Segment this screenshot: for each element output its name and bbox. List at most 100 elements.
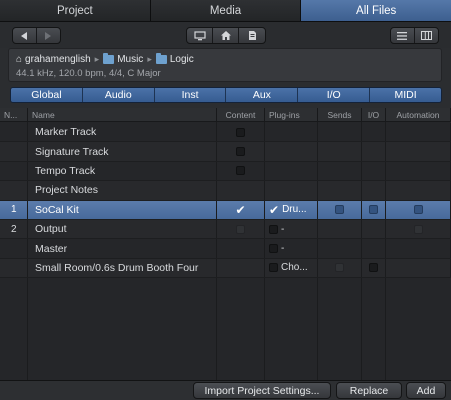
automation-cell xyxy=(386,181,451,200)
view-mode-buttons xyxy=(390,27,439,44)
plugins-checkbox[interactable] xyxy=(269,224,278,234)
plugins-checkbox[interactable] xyxy=(269,263,278,273)
filter-aux[interactable]: Aux xyxy=(226,88,299,102)
filter-audio[interactable]: Audio xyxy=(82,88,155,102)
list-view-button[interactable] xyxy=(391,28,415,43)
table-body: Marker Track Signature Track Tempo Track xyxy=(0,123,451,279)
plugin-name: - xyxy=(281,243,285,255)
io-cell xyxy=(362,219,386,239)
sends-cell xyxy=(318,239,362,258)
io-cell xyxy=(362,200,386,219)
tab-project[interactable]: Project xyxy=(0,0,151,21)
row-number xyxy=(0,239,28,258)
sends-checkbox[interactable] xyxy=(335,205,344,215)
forward-button[interactable] xyxy=(37,28,60,43)
header-automation[interactable]: Automation xyxy=(386,108,451,122)
action-bar: Import Project Settings... Replace Add xyxy=(0,380,451,400)
breadcrumb-item-music[interactable]: Music xyxy=(103,52,144,65)
io-cell xyxy=(362,258,386,278)
tab-media[interactable]: Media xyxy=(150,0,302,21)
project-info: 44.1 kHz, 120.0 bpm, 4/4, C Major xyxy=(16,68,161,79)
content-cell xyxy=(217,239,265,258)
row-number xyxy=(0,181,28,200)
folder-icon xyxy=(155,52,167,64)
row-number xyxy=(0,161,28,181)
io-checkbox[interactable] xyxy=(369,263,378,273)
table-row[interactable]: Signature Track xyxy=(0,142,451,162)
plugin-name: Dru... xyxy=(282,204,307,216)
row-name: Signature Track xyxy=(28,142,217,161)
table-row[interactable]: Master - xyxy=(0,239,451,259)
header-name[interactable]: Name xyxy=(28,108,217,122)
io-cell xyxy=(362,161,386,181)
table-row[interactable]: Tempo Track xyxy=(0,161,451,182)
breadcrumb-item-logic[interactable]: Logic xyxy=(155,52,194,65)
plugins-cell: - xyxy=(265,219,318,239)
content-cell xyxy=(217,123,265,142)
content-cell: ✔ xyxy=(217,200,265,219)
plugins-cell: ✔ Dru... xyxy=(265,200,318,219)
content-checkbox[interactable] xyxy=(236,127,245,137)
home-icon: ⌂ xyxy=(16,53,23,65)
row-name: Small Room/0.6s Drum Booth Four xyxy=(28,258,217,278)
content-cell xyxy=(217,181,265,200)
import-track-table: N... Name Content Plug-ins Sends I/O Aut… xyxy=(0,108,451,380)
content-checkbox[interactable] xyxy=(236,147,245,157)
project-button[interactable] xyxy=(239,28,265,43)
plugins-cell xyxy=(265,161,318,181)
sends-cell xyxy=(318,123,362,142)
filter-midi[interactable]: MIDI xyxy=(370,88,441,102)
back-button[interactable] xyxy=(13,28,37,43)
header-content[interactable]: Content xyxy=(217,108,265,122)
checkmark-icon[interactable]: ✔ xyxy=(235,204,245,216)
plugins-checkbox[interactable] xyxy=(269,244,278,254)
breadcrumb-separator-icon: ▸ xyxy=(94,53,100,64)
table-row[interactable]: 2 Output - xyxy=(0,219,451,240)
document-icon xyxy=(248,31,256,40)
computer-icon xyxy=(193,30,206,40)
automation-cell xyxy=(386,161,451,181)
plugins-cell xyxy=(265,181,318,200)
top-tab-bar: Project Media All Files xyxy=(0,0,451,22)
filter-io[interactable]: I/O xyxy=(298,88,371,102)
plugins-cell xyxy=(265,142,318,161)
sends-checkbox[interactable] xyxy=(335,263,344,273)
table-row[interactable]: Marker Track xyxy=(0,123,451,143)
home-button[interactable] xyxy=(213,28,239,43)
io-checkbox[interactable] xyxy=(369,205,378,215)
content-checkbox xyxy=(236,224,245,234)
table-row[interactable]: Small Room/0.6s Drum Booth Four Cho... xyxy=(0,258,451,279)
table-row[interactable]: 1 SoCal Kit ✔ ✔ Dru... xyxy=(0,200,451,220)
automation-cell xyxy=(386,239,451,258)
filter-global[interactable]: Global xyxy=(11,88,83,102)
tab-all-files[interactable]: All Files xyxy=(301,0,451,21)
filter-inst[interactable]: Inst xyxy=(154,88,227,102)
column-view-button[interactable] xyxy=(415,28,438,43)
header-plugins[interactable]: Plug-ins xyxy=(265,108,318,122)
content-checkbox[interactable] xyxy=(236,166,245,176)
sends-cell xyxy=(318,258,362,278)
header-sends[interactable]: Sends xyxy=(318,108,362,122)
folder-icon xyxy=(103,52,115,64)
computer-button[interactable] xyxy=(187,28,213,43)
column-view-icon xyxy=(420,31,432,40)
import-project-settings-button[interactable]: Import Project Settings... xyxy=(193,382,331,399)
checkmark-icon[interactable]: ✔ xyxy=(269,204,279,216)
sends-cell xyxy=(318,219,362,239)
path-display: ⌂ grahamenglish ▸ Music ▸ Logic 44.1 kHz… xyxy=(8,48,442,82)
automation-checkbox[interactable] xyxy=(413,205,423,215)
header-number[interactable]: N... xyxy=(0,108,28,122)
navigation-buttons xyxy=(12,27,61,44)
table-row[interactable]: Project Notes xyxy=(0,181,451,201)
breadcrumb-item-home[interactable]: ⌂ grahamenglish xyxy=(16,54,91,65)
header-io[interactable]: I/O xyxy=(362,108,386,122)
replace-button[interactable]: Replace xyxy=(336,382,402,399)
breadcrumb: ⌂ grahamenglish ▸ Music ▸ Logic xyxy=(16,52,194,66)
automation-checkbox[interactable] xyxy=(413,224,423,234)
list-view-icon xyxy=(397,31,408,40)
content-cell xyxy=(217,142,265,161)
forward-arrow-icon xyxy=(45,31,52,40)
row-name: Marker Track xyxy=(28,123,217,142)
add-button[interactable]: Add xyxy=(406,382,446,399)
breadcrumb-label: Music xyxy=(117,53,144,65)
